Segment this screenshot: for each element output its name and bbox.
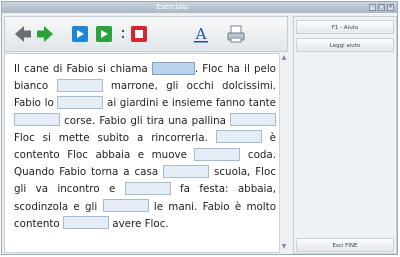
app-window: Esercizio – □ × A Il cane di Fabio si ch… xyxy=(1,1,398,255)
vertical-scrollbar[interactable]: ▲ ▼ xyxy=(279,53,288,253)
blank-field[interactable] xyxy=(63,216,109,230)
font-icon[interactable]: A xyxy=(191,24,211,44)
text-segment: corse. Fabio gli tira una pallina xyxy=(60,114,230,127)
previous-page-icon[interactable] xyxy=(70,24,90,44)
sidebar: F1 - Aiuto Leggi aiuto Esci FINE xyxy=(293,16,397,254)
scroll-up-icon[interactable]: ▲ xyxy=(280,54,288,62)
text-segment: avere Floc. xyxy=(109,217,169,230)
maximize-button[interactable]: □ xyxy=(378,4,385,11)
blank-field[interactable] xyxy=(163,164,210,178)
text-segment: Il cane di Fabio si chiama xyxy=(14,63,152,75)
stop-icon[interactable] xyxy=(129,24,149,44)
separator-icon xyxy=(121,29,125,39)
next-page-icon[interactable] xyxy=(94,24,114,44)
text-segment: Floc si mette subito a rincorrerla. xyxy=(14,131,216,144)
close-button[interactable]: × xyxy=(387,4,394,11)
blank-field[interactable] xyxy=(14,113,60,127)
blank-field[interactable] xyxy=(102,199,149,213)
text-segment: ai giardini e insieme fanno tante xyxy=(103,97,276,110)
blank-field[interactable] xyxy=(57,95,104,109)
exercise-text: Il cane di Fabio si chiama . Floc ha il … xyxy=(14,61,276,233)
blank-field[interactable] xyxy=(124,181,171,195)
toolbar: A xyxy=(4,16,288,52)
blank-field[interactable] xyxy=(230,113,276,127)
back-arrow-icon[interactable] xyxy=(13,24,33,44)
blank-field[interactable] xyxy=(194,147,241,161)
blank-field[interactable] xyxy=(151,61,195,75)
scroll-down-icon[interactable]: ▼ xyxy=(280,243,288,251)
help-button[interactable]: F1 - Aiuto xyxy=(296,20,394,34)
print-icon[interactable] xyxy=(226,24,246,44)
window-title: Esercizio xyxy=(156,3,188,11)
exercise-text-panel: Il cane di Fabio si chiama . Floc ha il … xyxy=(4,53,288,253)
forward-arrow-icon[interactable] xyxy=(35,24,55,44)
svg-text:A: A xyxy=(195,25,207,43)
minimize-button[interactable]: – xyxy=(369,4,376,11)
read-help-button[interactable]: Leggi aiuto xyxy=(296,38,394,52)
blank-field[interactable] xyxy=(215,130,262,144)
blank-field[interactable] xyxy=(56,78,103,92)
title-bar: Esercizio – □ × xyxy=(2,2,397,13)
exit-button[interactable]: Esci FINE xyxy=(296,238,394,252)
